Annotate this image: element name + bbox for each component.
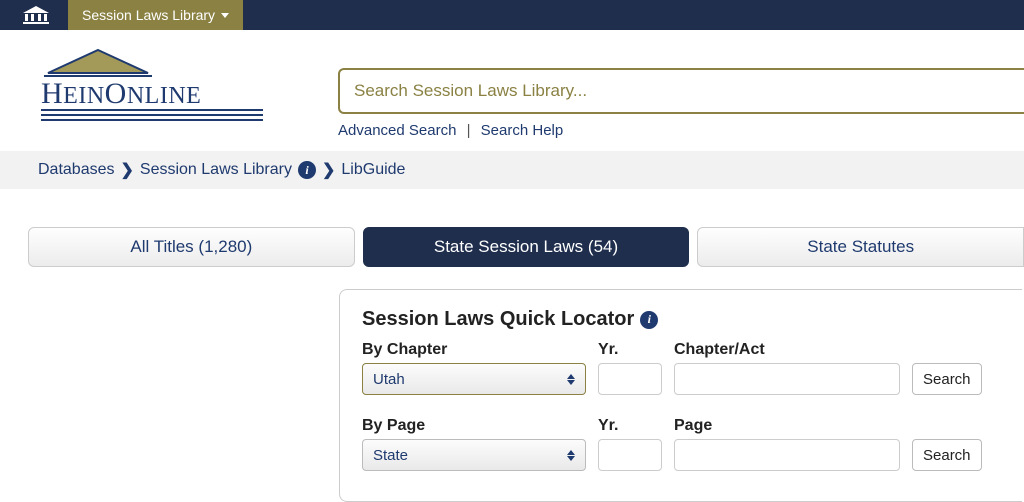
advanced-search-link[interactable]: Advanced Search bbox=[338, 122, 456, 139]
separator: | bbox=[467, 122, 471, 139]
state-select-chapter[interactable]: Utah bbox=[362, 363, 586, 395]
breadcrumb: Databases ❯ Session Laws Library i ❯ Lib… bbox=[0, 151, 1024, 189]
tab-label: State Session Laws (54) bbox=[434, 237, 618, 256]
caret-down-icon bbox=[221, 13, 229, 18]
breadcrumb-library[interactable]: Session Laws Library bbox=[140, 161, 292, 179]
tab-all-titles[interactable]: All Titles (1,280) bbox=[28, 227, 355, 267]
search-button-chapter[interactable]: Search bbox=[912, 363, 982, 395]
by-chapter-row: By Chapter Utah Yr. Chapter/Act Search bbox=[362, 341, 1000, 395]
year-label: Yr. bbox=[598, 341, 662, 359]
panel-title-text: Session Laws Quick Locator bbox=[362, 308, 634, 331]
search-input[interactable]: Search Session Laws Library... bbox=[338, 68, 1024, 114]
search-button-page[interactable]: Search bbox=[912, 439, 982, 471]
chapter-act-input[interactable] bbox=[674, 363, 900, 395]
select-value: Utah bbox=[373, 371, 405, 388]
topbar-home-icon[interactable] bbox=[0, 0, 68, 30]
search-help-link[interactable]: Search Help bbox=[481, 122, 564, 139]
search-links: Advanced Search | Search Help bbox=[338, 122, 1024, 139]
breadcrumb-libguide: LibGuide bbox=[341, 161, 405, 179]
by-page-label: By Page bbox=[362, 417, 586, 435]
chevron-right-icon: ❯ bbox=[121, 160, 134, 180]
chapter-act-label: Chapter/Act bbox=[674, 341, 900, 359]
info-icon[interactable]: i bbox=[640, 311, 658, 329]
select-arrows-icon bbox=[567, 374, 575, 385]
year-input-chapter[interactable] bbox=[598, 363, 662, 395]
topbar: Session Laws Library bbox=[0, 0, 1024, 30]
select-value: State bbox=[373, 447, 408, 464]
panel-title: Session Laws Quick Locator i bbox=[362, 308, 1000, 331]
chevron-right-icon: ❯ bbox=[322, 160, 335, 180]
brand-logo[interactable]: HEINONLINE bbox=[38, 48, 268, 131]
tab-state-session-laws[interactable]: State Session Laws (54) bbox=[363, 227, 690, 267]
tab-label: State Statutes bbox=[807, 237, 914, 256]
by-page-row: By Page State Yr. Page Search bbox=[362, 417, 1000, 471]
select-arrows-icon bbox=[567, 450, 575, 461]
breadcrumb-databases[interactable]: Databases bbox=[38, 161, 115, 179]
info-icon[interactable]: i bbox=[298, 161, 316, 179]
tab-state-statutes[interactable]: State Statutes bbox=[697, 227, 1024, 267]
quick-locator-panel: Session Laws Quick Locator i By Chapter … bbox=[339, 289, 1022, 502]
tab-label: All Titles (1,280) bbox=[130, 237, 252, 256]
library-dropdown[interactable]: Session Laws Library bbox=[68, 0, 243, 30]
year-input-page[interactable] bbox=[598, 439, 662, 471]
by-chapter-label: By Chapter bbox=[362, 341, 586, 359]
search-column: Search Session Laws Library... Advanced … bbox=[338, 48, 1024, 139]
state-select-page[interactable]: State bbox=[362, 439, 586, 471]
search-placeholder: Search Session Laws Library... bbox=[354, 81, 587, 101]
library-dropdown-label: Session Laws Library bbox=[82, 7, 215, 23]
svg-text:HEINONLINE: HEINONLINE bbox=[41, 77, 201, 110]
tabs: All Titles (1,280) State Session Laws (5… bbox=[0, 189, 1024, 267]
page-label: Page bbox=[674, 417, 900, 435]
year-label: Yr. bbox=[598, 417, 662, 435]
page-input[interactable] bbox=[674, 439, 900, 471]
header: HEINONLINE Search Session Laws Library..… bbox=[0, 30, 1024, 151]
